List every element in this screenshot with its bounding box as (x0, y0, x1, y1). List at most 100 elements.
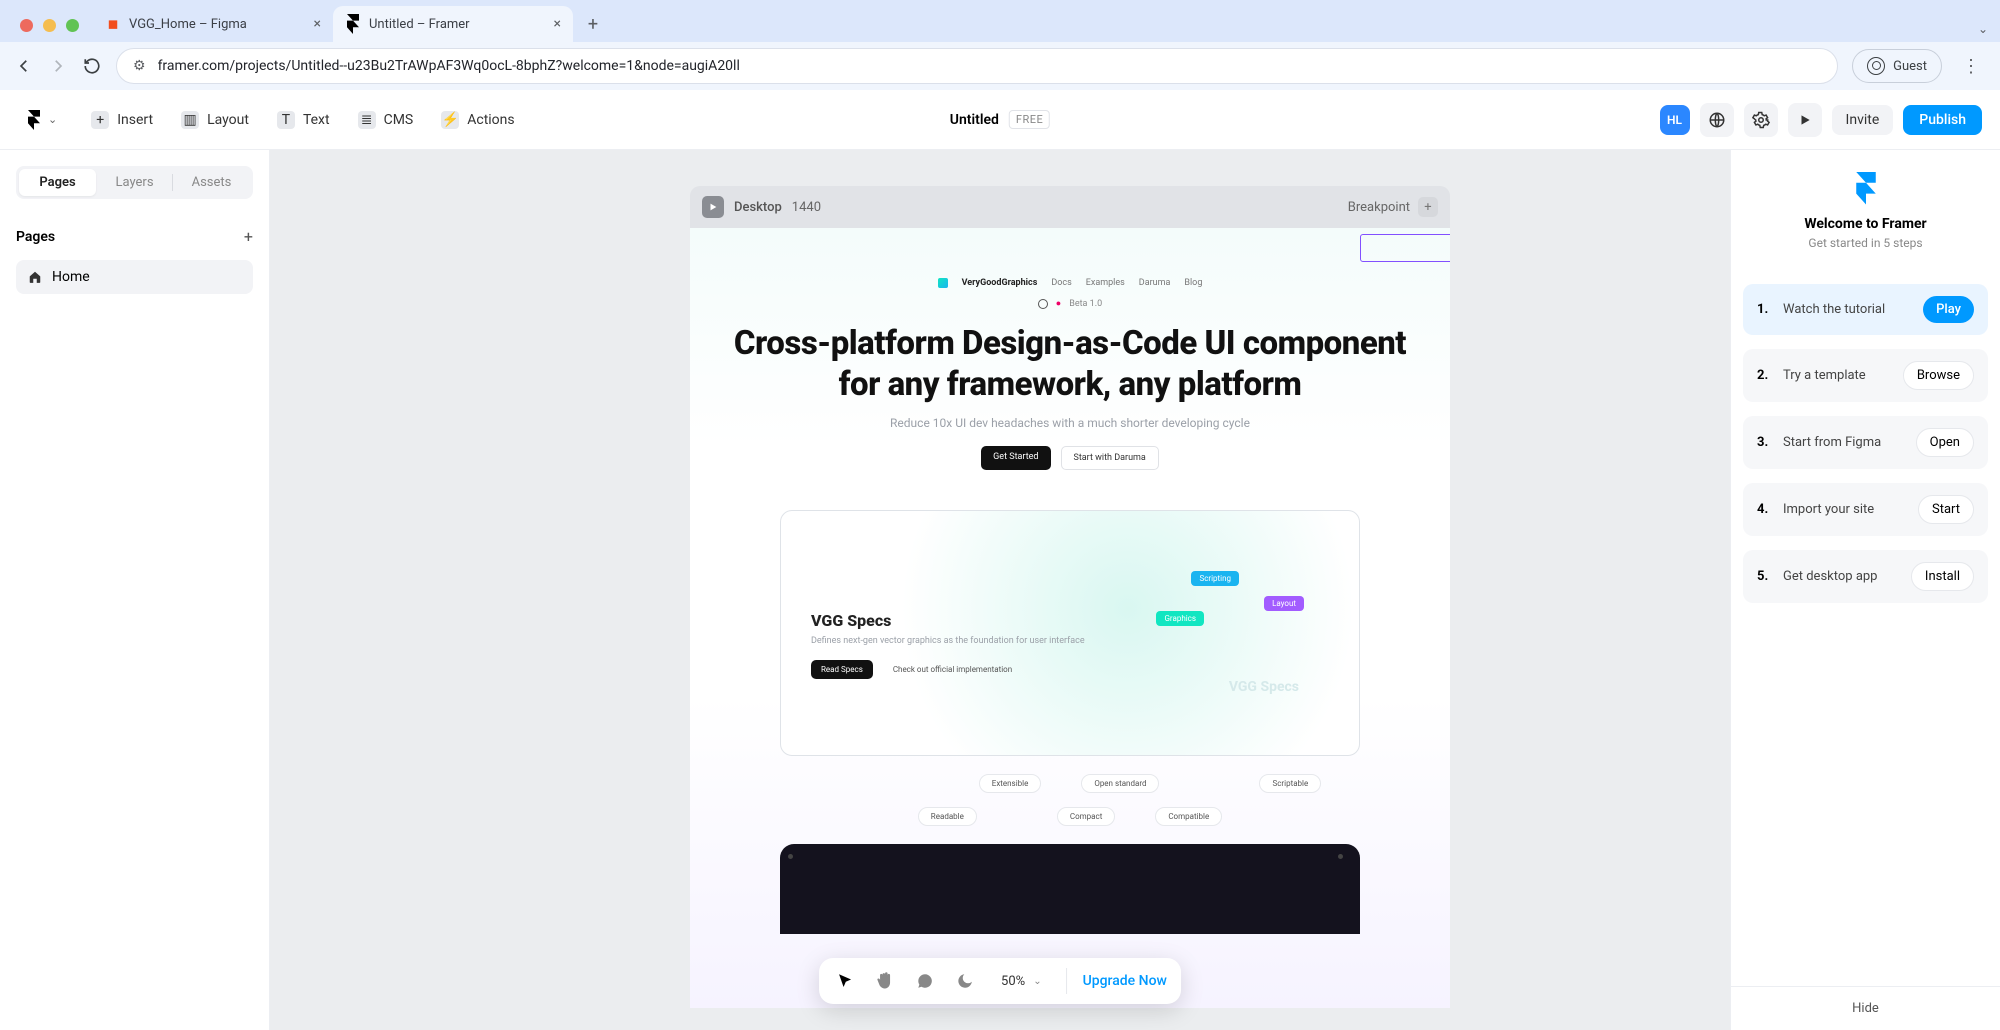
insert-button[interactable]: +Insert (81, 105, 163, 135)
cursor-tool[interactable] (833, 969, 857, 993)
address-bar[interactable]: ⚙ framer.com/projects/Untitled--u23Bu2Tr… (116, 48, 1838, 84)
invite-button[interactable]: Invite (1832, 105, 1894, 135)
read-specs-button: Read Specs (811, 660, 873, 679)
start-daruma-button: Start with Daruma (1061, 446, 1159, 470)
minimize-window-icon[interactable] (43, 19, 56, 32)
preview-button[interactable] (1788, 103, 1822, 137)
step-import-site[interactable]: 4. Import your site Start (1743, 483, 1988, 536)
pages-header-label: Pages (16, 229, 55, 245)
new-tab-button[interactable]: + (577, 8, 609, 40)
doc-name: Untitled (950, 112, 999, 128)
dark-mode-toggle[interactable] (953, 969, 977, 993)
ghost-text: VGG Specs (1229, 679, 1299, 695)
left-sidebar: Pages Layers Assets Pages + Home (0, 150, 270, 1030)
browser-tab-figma[interactable]: ◼ VGG_Home – Figma × (93, 6, 333, 42)
guest-avatar-icon (1867, 57, 1885, 75)
nav-link: Docs (1051, 278, 1071, 288)
hide-label: Hide (1852, 1001, 1879, 1016)
step-label: Import your site (1783, 502, 1874, 517)
user-avatar[interactable]: HL (1660, 105, 1690, 135)
maximize-window-icon[interactable] (66, 19, 79, 32)
comment-tool[interactable] (913, 969, 937, 993)
settings-button[interactable] (1744, 103, 1778, 137)
tag-scripting: Scripting (1191, 571, 1239, 586)
pill: Open standard (1081, 774, 1159, 793)
pill: Compatible (1155, 807, 1222, 826)
close-window-icon[interactable] (20, 19, 33, 32)
add-page-button[interactable]: + (244, 227, 253, 246)
step-start-figma[interactable]: 3. Start from Figma Open (1743, 416, 1988, 469)
document-title[interactable]: Untitled FREE (950, 110, 1050, 129)
start-button[interactable]: Start (1918, 495, 1974, 524)
tab-pages[interactable]: Pages (19, 169, 96, 196)
selection-indicator (1360, 234, 1450, 262)
breakpoint-label[interactable]: Breakpoint (1348, 200, 1410, 215)
step-label: Try a template (1783, 368, 1866, 383)
step-try-template[interactable]: 2. Try a template Browse (1743, 349, 1988, 402)
hide-button[interactable]: Hide (1730, 986, 2000, 1030)
welcome-panel: Welcome to Framer Get started in 5 steps… (1730, 150, 2000, 1030)
site-nav: VeryGoodGraphics Docs Examples Daruma Bl… (690, 278, 1450, 288)
brand-mark-icon (938, 278, 948, 288)
specs-subtitle: Defines next-gen vector graphics as the … (811, 636, 1329, 646)
figma-favicon-icon: ◼ (105, 16, 121, 32)
open-button[interactable]: Open (1916, 428, 1974, 457)
dark-panel (780, 844, 1360, 934)
browser-tab-framer[interactable]: Untitled – Framer × (333, 6, 573, 42)
canvas-toolbar: 50% ⌄ Upgrade Now (819, 958, 1181, 1004)
cms-button[interactable]: ≣ CMS (348, 105, 424, 135)
install-button[interactable]: Install (1911, 562, 1974, 591)
cms-label: CMS (384, 112, 414, 128)
frame-label[interactable]: Desktop (734, 200, 782, 215)
separator (1066, 968, 1067, 994)
play-button[interactable]: Play (1923, 296, 1974, 323)
reload-button[interactable] (82, 56, 102, 76)
browse-button[interactable]: Browse (1903, 361, 1974, 390)
frame-play-icon[interactable] (702, 196, 724, 218)
page-item-home[interactable]: Home (16, 260, 253, 294)
actions-label: Actions (467, 112, 514, 128)
step-watch-tutorial[interactable]: 1. Watch the tutorial Play (1743, 284, 1988, 335)
step-desktop-app[interactable]: 5. Get desktop app Install (1743, 550, 1988, 603)
tag-layout: Layout (1264, 596, 1304, 611)
add-breakpoint-button[interactable]: + (1418, 197, 1438, 217)
cms-icon: ≣ (358, 111, 376, 129)
address-row: ⚙ framer.com/projects/Untitled--u23Bu2Tr… (0, 42, 2000, 90)
publish-button[interactable]: Publish (1903, 105, 1982, 135)
back-button[interactable] (14, 56, 34, 76)
profile-chip[interactable]: Guest (1852, 49, 1942, 83)
welcome-title: Welcome to Framer (1743, 216, 1988, 232)
sidebar-segmented-control: Pages Layers Assets (16, 166, 253, 199)
site-settings-icon[interactable]: ⚙ (133, 58, 146, 74)
actions-button[interactable]: ⚡Actions (431, 105, 524, 135)
hero-buttons: Get Started Start with Daruma (690, 446, 1450, 470)
tab-assets[interactable]: Assets (173, 169, 250, 196)
beta-label: Beta 1.0 (1069, 299, 1102, 309)
close-tab-icon[interactable]: × (314, 16, 321, 32)
text-label: Text (303, 112, 330, 128)
zoom-control[interactable]: 50% ⌄ (993, 970, 1050, 993)
browser-menu-button[interactable]: ⋮ (1956, 56, 1986, 77)
hand-tool[interactable] (873, 969, 897, 993)
nav-link: Blog (1184, 278, 1202, 288)
github-icon (1038, 299, 1048, 309)
framer-menu-button[interactable]: ⌄ (18, 104, 65, 136)
tab-layers[interactable]: Layers (96, 169, 173, 196)
insert-icon: + (91, 111, 109, 129)
right-actions: HL Invite Publish (1660, 103, 1982, 137)
globe-button[interactable] (1700, 103, 1734, 137)
layout-button[interactable]: ▥Layout (171, 105, 259, 135)
tab-overflow-icon[interactable]: ⌄ (1974, 22, 1992, 36)
zoom-value: 50% (1001, 974, 1025, 989)
workspace: Pages Layers Assets Pages + Home Desktop… (0, 150, 2000, 1030)
chevron-down-icon: ⌄ (48, 113, 57, 126)
site-frame[interactable]: VeryGoodGraphics Docs Examples Daruma Bl… (690, 228, 1450, 1008)
window-controls (10, 19, 93, 42)
text-button[interactable]: TText (267, 105, 340, 135)
forward-button[interactable] (48, 56, 68, 76)
close-tab-icon[interactable]: × (554, 16, 561, 32)
upgrade-button[interactable]: Upgrade Now (1083, 973, 1167, 989)
canvas[interactable]: Desktop 1440 Breakpoint + VeryGoodGraphi… (270, 150, 1730, 1030)
framer-favicon-icon (345, 16, 361, 32)
plan-badge: FREE (1009, 110, 1050, 129)
